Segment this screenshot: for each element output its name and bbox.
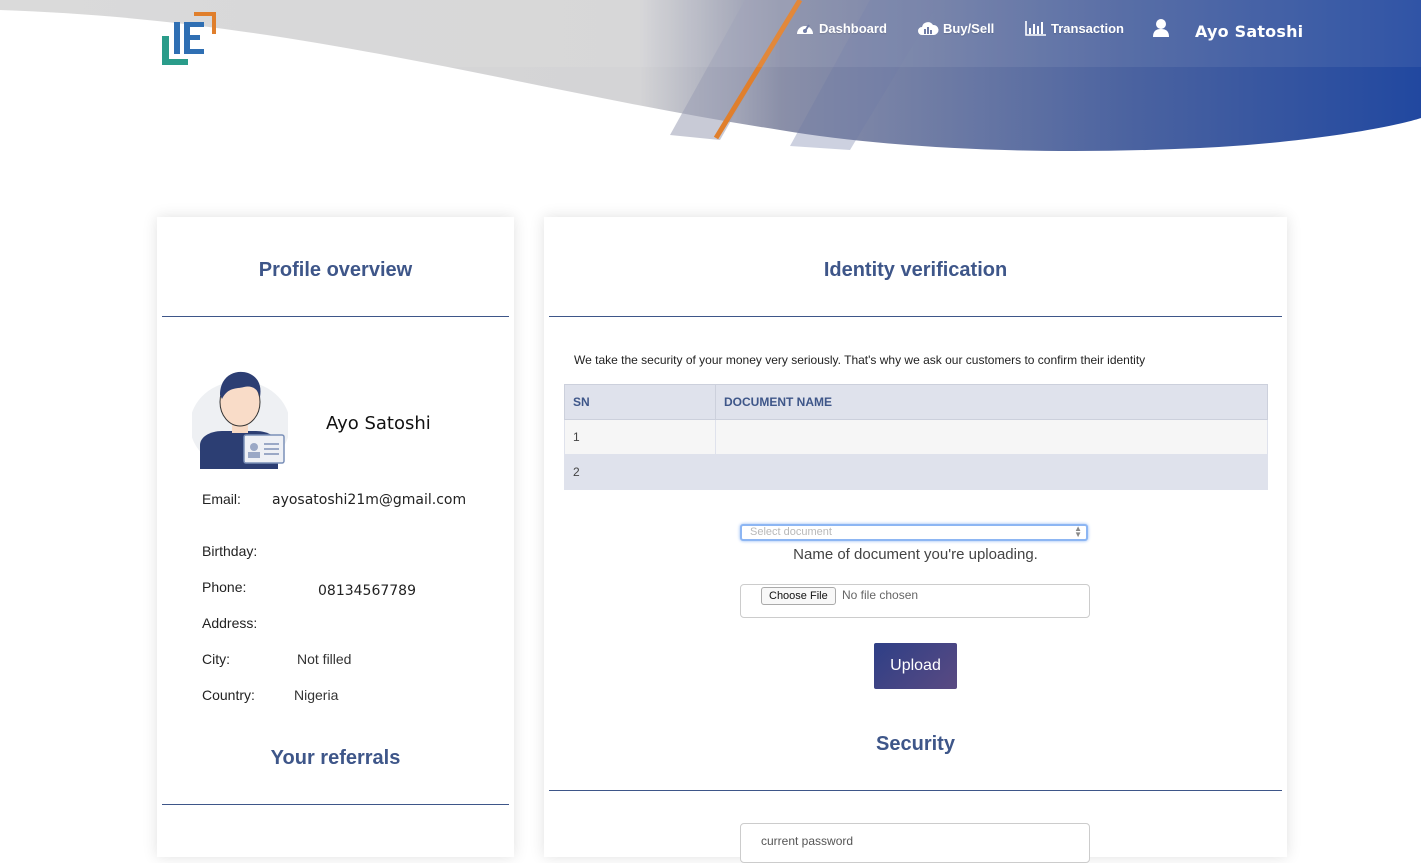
cloud-chart-icon <box>918 22 939 35</box>
phone-label: Phone: <box>202 579 247 595</box>
table-row: 1 <box>564 419 1268 455</box>
city-label: City: <box>202 651 230 667</box>
profile-card: Profile overview Ayo Satoshi Email: ayos… <box>157 217 514 857</box>
table-cell-document <box>715 419 1268 455</box>
table-header-row: SN DOCUMENT NAME <box>564 384 1268 420</box>
document-select[interactable]: Select document ▲ ▼ <box>740 524 1088 541</box>
table-cell-sn: 2 <box>564 454 716 490</box>
upload-button[interactable]: Upload <box>874 643 957 689</box>
email-value: ayosatoshi21m@gmail.com <box>272 492 467 508</box>
profile-name: Ayo Satoshi <box>326 413 431 434</box>
nav-user-name: Ayo Satoshi <box>1195 22 1304 41</box>
city-value: Not filled <box>297 651 352 667</box>
country-label: Country: <box>202 687 255 703</box>
phone-value: 08134567789 <box>318 583 416 599</box>
verification-title: Identity verification <box>823 259 1008 281</box>
table-cell-document <box>715 454 1268 490</box>
bar-chart-icon <box>1025 21 1046 36</box>
security-divider <box>549 790 1282 791</box>
user-icon <box>1153 19 1169 37</box>
dashboard-icon <box>797 24 813 34</box>
document-select-placeholder: Select document <box>750 526 832 538</box>
documents-table: SN DOCUMENT NAME 1 2 <box>564 384 1268 490</box>
referrals-divider <box>162 804 509 805</box>
current-password-field[interactable]: current password <box>740 823 1090 863</box>
address-label: Address: <box>202 615 258 631</box>
verification-intro: We take the security of your money very … <box>574 353 1146 367</box>
nav-transaction[interactable]: Transaction <box>1025 20 1124 36</box>
column-header-document-name: DOCUMENT NAME <box>715 384 1268 420</box>
nav-buy-sell-label: Buy/Sell <box>943 20 995 36</box>
email-label: Email: <box>202 491 241 507</box>
top-navigation: Dashboard Buy/Sell Transaction Ayo Satos… <box>0 18 1421 48</box>
profile-divider <box>162 316 509 317</box>
choose-file-button[interactable]: Choose File <box>761 587 836 605</box>
select-arrows-icon: ▲ ▼ <box>1074 524 1082 539</box>
column-header-sn: SN <box>564 384 716 420</box>
country-value: Nigeria <box>294 687 339 703</box>
file-status: No file chosen <box>842 588 919 602</box>
verification-divider <box>549 316 1282 317</box>
birthday-label: Birthday: <box>202 543 258 559</box>
nav-dashboard-label: Dashboard <box>819 20 887 36</box>
table-cell-sn: 1 <box>564 419 716 455</box>
nav-buy-sell[interactable]: Buy/Sell <box>917 20 994 36</box>
referrals-title: Your referrals <box>270 747 401 769</box>
security-title: Security <box>876 733 955 755</box>
verification-card: Identity verification We take the securi… <box>544 217 1287 863</box>
nav-transaction-label: Transaction <box>1051 20 1124 36</box>
avatar <box>192 371 288 469</box>
profile-title: Profile overview <box>258 259 413 281</box>
nav-user-menu[interactable]: Ayo Satoshi <box>1152 18 1303 41</box>
nav-dashboard[interactable]: Dashboard <box>795 20 887 36</box>
table-row: 2 <box>564 454 1268 490</box>
document-helper-text: Name of document you're uploading. <box>793 546 1038 563</box>
file-input[interactable]: Choose File No file chosen <box>740 584 1090 618</box>
